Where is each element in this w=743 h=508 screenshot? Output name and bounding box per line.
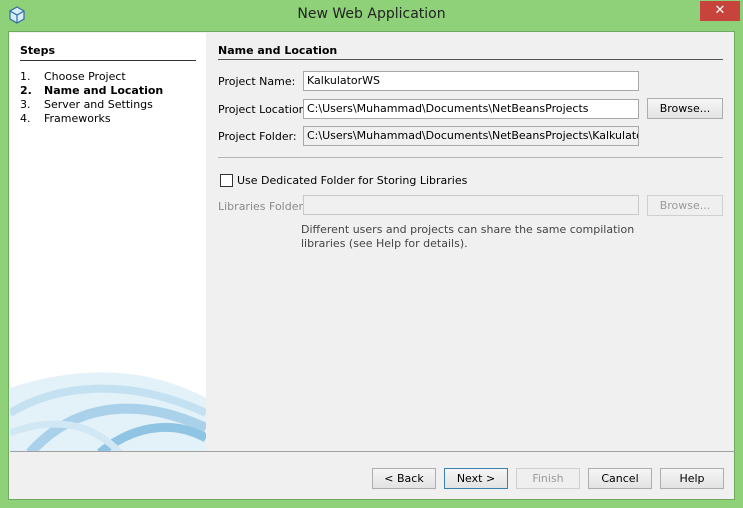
steps-panel: Steps 1. Choose Project 2. Name and Locati… [10, 33, 206, 451]
step-number: 4. [20, 112, 31, 125]
footer-separator [10, 451, 735, 452]
dialog-body: Steps 1. Choose Project 2. Name and Locati… [8, 31, 735, 500]
project-name-label: Project Name: [218, 75, 296, 88]
step-label: Name and Location [44, 84, 164, 97]
step-server-and-settings: 3. Server and Settings [20, 98, 153, 111]
step-label: Frameworks [44, 112, 111, 125]
dialog-window: New Web Application ✕ Steps 1. Choose Pro… [0, 0, 743, 508]
browse-location-button[interactable]: Browse... [647, 98, 723, 119]
window-title: New Web Application [297, 6, 446, 22]
libraries-folder-input[interactable] [303, 195, 639, 215]
project-folder-label: Project Folder: [218, 130, 297, 143]
project-location-label: Project Location: [218, 103, 310, 116]
finish-button[interactable]: Finish [516, 468, 580, 489]
step-label: Choose Project [44, 70, 126, 83]
steps-divider [20, 60, 196, 61]
dedicated-folder-checkbox[interactable] [220, 174, 233, 187]
decorative-swoosh-graphic [10, 372, 206, 451]
help-button[interactable]: Help [660, 468, 724, 489]
project-folder-field[interactable]: C:\Users\Muhammad\Documents\NetBeansProj… [303, 126, 639, 146]
step-number: 1. [20, 70, 31, 83]
section-title: Name and Location [218, 44, 338, 57]
steps-title: Steps [20, 44, 56, 57]
project-name-input[interactable]: KalkulatorWS [303, 71, 639, 91]
title-bar[interactable]: New Web Application ✕ [0, 0, 743, 30]
step-name-and-location: 2. Name and Location [20, 84, 163, 97]
close-button[interactable]: ✕ [700, 1, 740, 21]
step-number: 2. [20, 84, 32, 97]
step-choose-project: 1. Choose Project [20, 70, 126, 83]
form-separator [218, 157, 723, 158]
name-and-location-panel: Name and Location Project Name: Kalkulat… [207, 33, 734, 451]
step-frameworks: 4. Frameworks [20, 112, 111, 125]
dedicated-folder-label[interactable]: Use Dedicated Folder for Storing Librari… [237, 174, 467, 187]
libraries-folder-label: Libraries Folder: [218, 200, 307, 213]
browse-libraries-button[interactable]: Browse... [647, 195, 723, 216]
cancel-button[interactable]: Cancel [588, 468, 652, 489]
step-label: Server and Settings [44, 98, 153, 111]
libraries-hint-text: Different users and projects can share t… [301, 223, 635, 250]
project-location-input[interactable]: C:\Users\Muhammad\Documents\NetBeansProj… [303, 99, 639, 119]
next-button[interactable]: Next > [444, 468, 508, 489]
step-number: 3. [20, 98, 31, 111]
section-divider [218, 59, 723, 60]
back-button[interactable]: < Back [372, 468, 436, 489]
